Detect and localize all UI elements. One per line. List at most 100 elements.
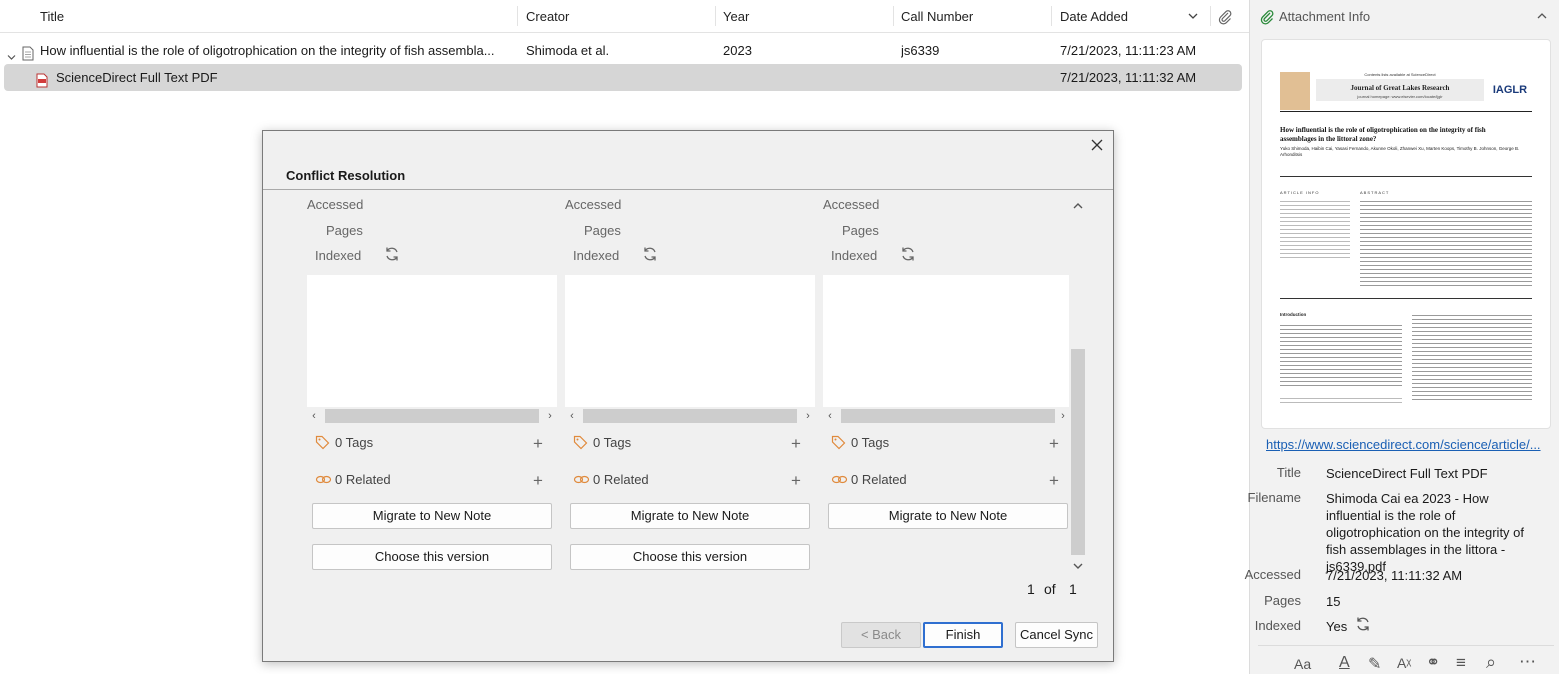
- total-pages: 1: [1069, 581, 1077, 597]
- scroll-right-icon[interactable]: ›: [543, 407, 557, 425]
- attachment-url-link[interactable]: https://www.sciencedirect.com/science/ar…: [1266, 437, 1554, 452]
- scroll-left-icon[interactable]: ‹: [823, 407, 837, 425]
- clear-format-icon[interactable]: Aᵡ: [1397, 655, 1411, 671]
- preview-abstract-heading: ABSTRACT: [1360, 190, 1390, 195]
- choose-this-version-button[interactable]: Choose this version: [570, 544, 810, 570]
- vertical-scrollbar[interactable]: [1069, 193, 1087, 573]
- field-value: 15: [1326, 594, 1341, 609]
- highlight-icon[interactable]: ✎: [1368, 654, 1381, 674]
- preview-footnote: [1280, 395, 1402, 405]
- add-tag-icon[interactable]: +: [791, 435, 801, 452]
- indexed-label: Indexed: [573, 248, 620, 263]
- finish-button[interactable]: Finish: [923, 622, 1003, 648]
- note-editor[interactable]: [307, 275, 557, 407]
- scroll-up-icon[interactable]: [1072, 199, 1084, 209]
- scroll-thumb[interactable]: [1071, 349, 1085, 555]
- column-header-row: Title Creator Year Call Number Date Adde…: [0, 0, 1249, 33]
- field-label: Filename: [1247, 490, 1301, 505]
- current-page: 1: [1027, 581, 1035, 597]
- field-value: Yes: [1326, 619, 1348, 634]
- scroll-thumb[interactable]: [325, 409, 539, 423]
- link-icon[interactable]: ⚭: [1426, 653, 1440, 673]
- preview-journal-name: Journal of Great Lakes Research: [1350, 84, 1450, 92]
- item-row[interactable]: How influential is the role of oligotrop…: [0, 37, 1249, 64]
- attachment-info-pane: Attachment Info Contents lists available…: [1245, 0, 1559, 674]
- scroll-thumb[interactable]: [841, 409, 1055, 423]
- attachment-column-icon[interactable]: [1217, 9, 1233, 25]
- tags-count: 0 Tags: [593, 435, 632, 450]
- reindex-icon[interactable]: [383, 245, 401, 263]
- preview-authors: Yuko Shimoda, Haibin Cai, Yasasi Fernand…: [1280, 146, 1520, 157]
- migrate-to-new-note-button[interactable]: Migrate to New Note: [312, 503, 552, 529]
- horizontal-scrollbar[interactable]: ‹ ›: [307, 407, 557, 425]
- migrate-to-new-note-button[interactable]: Migrate to New Note: [570, 503, 810, 529]
- back-button[interactable]: < Back: [841, 622, 921, 648]
- indexed-label: Indexed: [315, 248, 362, 263]
- scroll-down-icon[interactable]: [1072, 559, 1084, 569]
- column-separator[interactable]: [1051, 6, 1052, 26]
- column-call-number[interactable]: Call Number: [901, 0, 973, 33]
- find-icon[interactable]: ⌕: [1486, 652, 1496, 673]
- column-separator[interactable]: [1210, 6, 1211, 26]
- collapse-chevron-up-icon[interactable]: [1536, 10, 1548, 22]
- version-pane: Accessed Pages Indexed ‹ › 0 Tags + 0 Re…: [307, 191, 567, 581]
- add-tag-icon[interactable]: +: [1049, 435, 1059, 452]
- note-toolbar: Aa A ✎ Aᵡ ⚭ ≡ ⌕ ⋯: [1258, 645, 1554, 674]
- migrate-to-new-note-button[interactable]: Migrate to New Note: [828, 503, 1068, 529]
- preview-journal-banner: Contents lists available at ScienceDirec…: [1280, 50, 1532, 112]
- preview-abstract-text: [1360, 198, 1532, 288]
- reindex-icon[interactable]: [641, 245, 659, 263]
- scroll-right-icon[interactable]: ›: [801, 407, 815, 425]
- field-value[interactable]: ScienceDirect Full Text PDF: [1326, 465, 1546, 482]
- text-color-icon[interactable]: A: [1339, 654, 1350, 672]
- add-related-icon[interactable]: +: [791, 472, 801, 489]
- expand-chevron-icon[interactable]: [6, 45, 17, 60]
- reindex-icon[interactable]: [1354, 615, 1372, 633]
- preview-intro-heading: Introduction: [1280, 312, 1307, 317]
- column-year[interactable]: Year: [723, 0, 749, 33]
- cancel-sync-button[interactable]: Cancel Sync: [1015, 622, 1098, 648]
- add-related-icon[interactable]: +: [533, 472, 543, 489]
- more-icon[interactable]: ⋯: [1519, 652, 1536, 672]
- column-creator[interactable]: Creator: [526, 0, 569, 33]
- preview-article-title: How influential is the role of oligotrop…: [1280, 126, 1486, 143]
- sort-chevron-down-icon[interactable]: [1187, 10, 1199, 22]
- scroll-left-icon[interactable]: ‹: [565, 407, 579, 425]
- column-separator[interactable]: [517, 6, 518, 26]
- add-related-icon[interactable]: +: [1049, 472, 1059, 489]
- font-size-icon[interactable]: Aa: [1294, 656, 1311, 672]
- attachment-row[interactable]: ScienceDirect Full Text PDF 7/21/2023, 1…: [4, 64, 1242, 91]
- scroll-left-icon[interactable]: ‹: [307, 407, 321, 425]
- item-call-number: js6339: [901, 43, 940, 58]
- column-title[interactable]: Title: [40, 0, 64, 33]
- field-value[interactable]: Shimoda Cai ea 2023 - How influential is…: [1326, 490, 1546, 575]
- column-date-added[interactable]: Date Added: [1060, 0, 1128, 33]
- preview-article-info-heading: ARTICLE INFO: [1280, 190, 1320, 195]
- attachment-title: ScienceDirect Full Text PDF: [56, 70, 218, 85]
- horizontal-scrollbar[interactable]: ‹ ›: [823, 407, 1070, 425]
- tag-icon: [573, 435, 588, 450]
- column-separator[interactable]: [893, 6, 894, 26]
- horizontal-scrollbar[interactable]: ‹ ›: [565, 407, 815, 425]
- close-icon[interactable]: [1088, 137, 1106, 155]
- reindex-icon[interactable]: [899, 245, 917, 263]
- related-icon: [315, 472, 332, 487]
- related-icon: [573, 472, 590, 487]
- accessed-label: Accessed: [565, 197, 622, 212]
- related-count: 0 Related: [335, 472, 391, 487]
- choose-this-version-button[interactable]: Choose this version: [312, 544, 552, 570]
- column-separator[interactable]: [715, 6, 716, 26]
- note-editor[interactable]: [565, 275, 815, 407]
- preview-rule: [1280, 298, 1532, 299]
- scroll-thumb[interactable]: [583, 409, 797, 423]
- related-icon: [831, 472, 848, 487]
- add-tag-icon[interactable]: +: [533, 435, 543, 452]
- document-icon: [22, 43, 34, 61]
- attachment-info-header[interactable]: Attachment Info: [1250, 0, 1559, 33]
- note-editor[interactable]: [823, 275, 1070, 407]
- scroll-right-icon[interactable]: ›: [1056, 407, 1070, 425]
- insert-list-icon[interactable]: ≡: [1456, 653, 1466, 673]
- accessed-label: Accessed: [307, 197, 364, 212]
- tag-icon: [315, 435, 330, 450]
- pdf-preview[interactable]: Contents lists available at ScienceDirec…: [1261, 39, 1551, 429]
